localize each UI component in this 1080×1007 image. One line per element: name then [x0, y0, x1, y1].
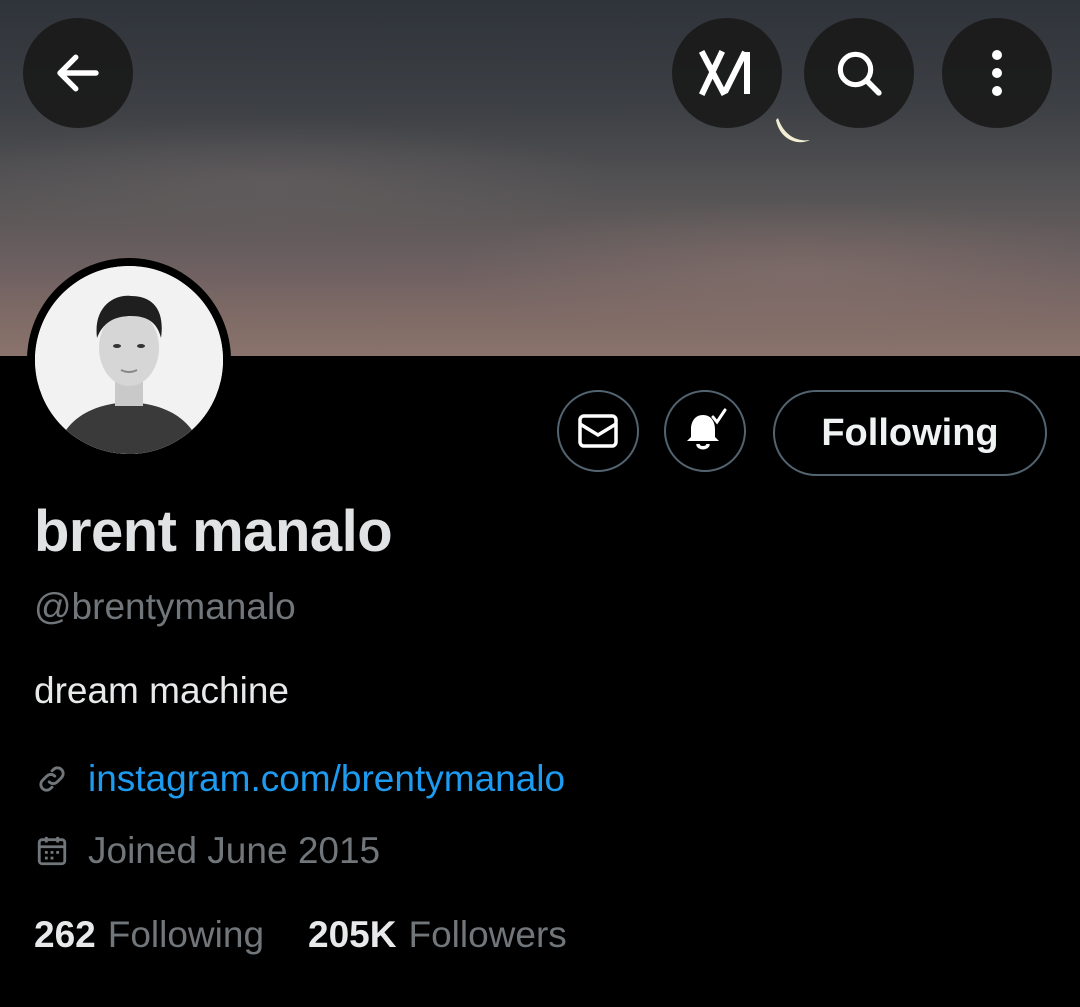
back-button[interactable]	[23, 18, 133, 128]
followers-label: Followers	[408, 914, 567, 955]
followers-stat[interactable]: 205K Followers	[308, 914, 567, 956]
followers-count: 205K	[308, 914, 397, 955]
following-button[interactable]: Following	[773, 390, 1047, 476]
joined-row: Joined June 2015	[34, 830, 380, 872]
envelope-icon	[578, 414, 618, 448]
avatar-photo	[35, 266, 223, 454]
bell-check-icon	[687, 408, 727, 450]
joined-date: Joined June 2015	[88, 830, 381, 871]
profile-link-row: instagram.com/brentymanalo	[34, 758, 565, 800]
search-button[interactable]	[804, 18, 914, 128]
search-icon	[837, 51, 882, 96]
profile-page: Following brent manalo @brentymanalo dre…	[0, 0, 1080, 1007]
profile-link[interactable]: instagram.com/brentymanalo	[88, 758, 565, 800]
more-button[interactable]	[942, 18, 1052, 128]
user-bio: dream machine	[34, 670, 290, 711]
following-label: Following	[107, 914, 265, 955]
moon-graphic	[776, 118, 810, 143]
display-name: brent manalo	[34, 499, 393, 564]
avatar[interactable]	[27, 258, 231, 462]
arrow-left-icon	[57, 54, 99, 92]
profile-stats: 262 Following 205K Followers	[34, 914, 567, 956]
link-icon	[34, 761, 70, 797]
message-button[interactable]	[557, 390, 639, 472]
following-count: 262	[34, 914, 96, 955]
user-handle: @brentymanalo	[34, 586, 296, 627]
following-stat[interactable]: 262 Following	[34, 914, 264, 956]
banner-cloud	[450, 200, 1080, 340]
grok-icon	[699, 49, 750, 97]
calendar-icon	[34, 833, 70, 869]
more-vertical-icon	[992, 50, 1002, 96]
notifications-button[interactable]	[664, 390, 746, 472]
grok-button[interactable]	[672, 18, 782, 128]
